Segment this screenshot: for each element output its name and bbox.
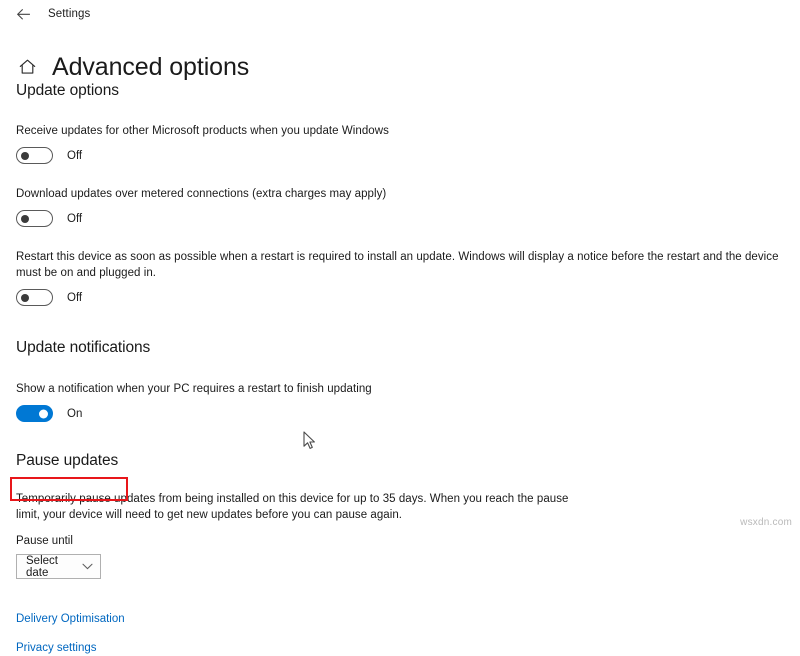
toggle-row-restart-device: Off: [16, 289, 796, 306]
watermark: wsxdn.com: [740, 517, 792, 528]
setting-item-metered-connections: Download updates over metered connection…: [16, 186, 796, 227]
toggle-knob: [21, 293, 29, 302]
pause-until-selected-value: Select date: [26, 554, 58, 579]
window-title: Settings: [48, 8, 91, 20]
toggle-knob: [21, 214, 29, 223]
setting-description: Receive updates for other Microsoft prod…: [16, 125, 389, 137]
setting-description: Download updates over metered connection…: [16, 188, 387, 200]
section-heading-update-options: Update options: [16, 82, 119, 99]
toggle-row-restart-notification: On: [16, 405, 796, 422]
section-heading-update-notifications: Update notifications: [16, 339, 151, 356]
toggle-state-label: Off: [67, 212, 83, 225]
setting-item-restart-device: Restart this device as soon as possible …: [16, 249, 796, 306]
toggle-restart-device[interactable]: [16, 289, 53, 306]
link-privacy-settings[interactable]: Privacy settings: [16, 642, 97, 654]
link-delivery-optimisation[interactable]: Delivery Optimisation: [16, 613, 125, 625]
toggle-knob: [21, 151, 29, 160]
toggle-state-label: On: [67, 407, 83, 420]
toggle-restart-notification[interactable]: [16, 405, 53, 422]
toggle-metered-connections[interactable]: [16, 210, 53, 227]
section-heading-pause-updates: Pause updates: [16, 452, 119, 469]
pause-until-dropdown[interactable]: Select date: [16, 554, 101, 579]
window-titlebar: Settings: [0, 0, 800, 28]
mouse-cursor: [303, 431, 317, 451]
toggle-knob: [39, 409, 48, 418]
settings-content: Update options Receive updates for other…: [16, 82, 796, 656]
toggle-state-label: Off: [67, 149, 83, 162]
toggle-state-label: Off: [67, 291, 83, 304]
chevron-down-icon: [82, 563, 93, 570]
toggle-row-microsoft-products: Off: [16, 147, 796, 164]
back-button[interactable]: [10, 3, 36, 25]
page-title: Advanced options: [52, 52, 250, 81]
setting-item-microsoft-products: Receive updates for other Microsoft prod…: [16, 123, 796, 164]
home-icon[interactable]: [14, 54, 40, 80]
toggle-microsoft-products[interactable]: [16, 147, 53, 164]
setting-description: Restart this device as soon as possible …: [16, 251, 779, 279]
toggle-row-metered-connections: Off: [16, 210, 796, 227]
back-arrow-icon: [16, 8, 30, 20]
pause-updates-description: Temporarily pause updates from being ins…: [16, 493, 569, 521]
setting-item-restart-notification: Show a notification when your PC require…: [16, 381, 796, 422]
setting-description: Show a notification when your PC require…: [16, 383, 372, 395]
pause-until-label: Pause until: [16, 535, 73, 547]
